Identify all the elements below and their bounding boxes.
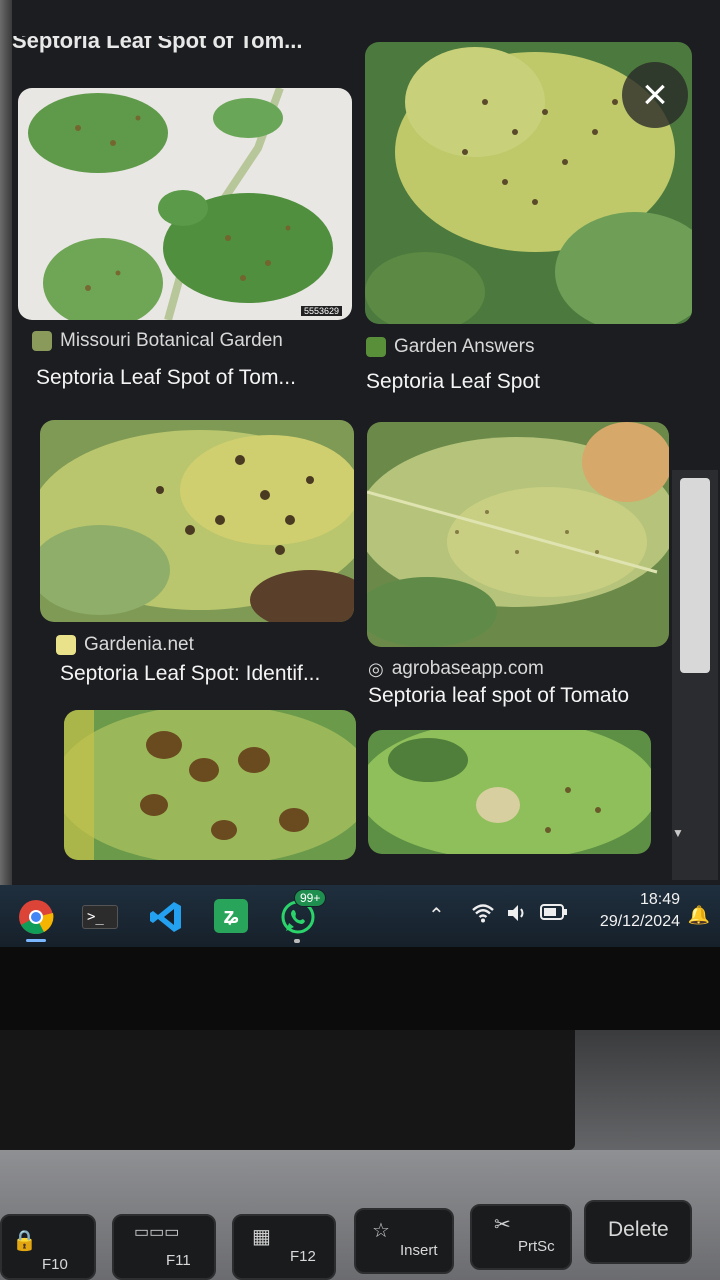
result-image-1[interactable]: 5553629 [18, 88, 352, 320]
result-source-4[interactable]: ◎ agrobaseapp.com [368, 658, 544, 680]
notification-badge: 99+ [294, 889, 327, 907]
show-hidden-icons-icon[interactable]: ⌃ [428, 903, 445, 928]
lock-icon: 🔒 [12, 1230, 37, 1252]
laptop-hinge-shadow [0, 1030, 575, 1150]
clock-date: 29/12/2024 [599, 913, 680, 930]
result-image-6[interactable] [368, 730, 651, 854]
star-icon: ☆ [372, 1220, 390, 1242]
calculator-icon: ▦ [252, 1226, 271, 1248]
result-title-2[interactable]: Septoria Leaf Spot [366, 370, 540, 394]
result-source-2[interactable]: Garden Answers [366, 336, 534, 358]
close-button[interactable]: × [622, 62, 688, 128]
result-source-3[interactable]: Gardenia.net [56, 634, 194, 656]
result-source-1[interactable]: Missouri Botanical Garden [32, 330, 283, 352]
result-title-1[interactable]: Septoria Leaf Spot of Tom... [36, 366, 296, 390]
close-icon: × [642, 70, 668, 119]
notifications-icon[interactable]: 🔔 [688, 905, 710, 926]
whatsapp-icon[interactable]: 99+ [280, 889, 327, 943]
garden-answers-logo-icon [366, 337, 386, 357]
chrome-icon[interactable] [18, 899, 54, 942]
display-icon: ▭▭▭ [134, 1224, 180, 1241]
globe-icon: ◎ [368, 658, 384, 679]
result-image-3[interactable] [40, 420, 354, 622]
screenshot-icon: ✂ [494, 1214, 511, 1236]
f10-key[interactable]: 🔒 F10 [0, 1214, 96, 1280]
prtsc-key[interactable]: ✂ PrtSc [470, 1204, 572, 1270]
clock-time: 18:49 [639, 891, 680, 908]
vscode-icon[interactable] [148, 899, 184, 935]
source-label: agrobaseapp.com [391, 658, 544, 679]
volume-icon[interactable] [506, 903, 530, 929]
source-label: Gardenia.net [84, 634, 194, 655]
result-image-4[interactable] [367, 422, 669, 647]
missouri-logo-icon [32, 331, 52, 351]
system-clock[interactable]: 18:49 29/12/2024 [600, 889, 680, 933]
taskbar: >_ ʑ 99+ ⌃ 18:49 29/12/2024 🔔 [0, 885, 720, 947]
source-label: Garden Answers [394, 336, 535, 357]
browser-screen: Septoria Leaf Spot of Tom... 5553629 Mis… [0, 0, 720, 885]
delete-key[interactable]: Delete [584, 1200, 692, 1264]
f12-key[interactable]: ▦ F12 [232, 1214, 336, 1280]
result-title-3[interactable]: Septoria Leaf Spot: Identif... [60, 662, 320, 686]
f11-key[interactable]: ▭▭▭ F11 [112, 1214, 216, 1280]
terminal-icon[interactable]: >_ [82, 905, 118, 929]
source-label: Missouri Botanical Garden [60, 330, 283, 351]
shortcut-app-icon[interactable]: ʑ [214, 899, 248, 933]
cut-off-title[interactable]: Septoria Leaf Spot of Tom... [12, 36, 342, 54]
wifi-icon[interactable] [470, 903, 496, 929]
battery-icon[interactable] [540, 903, 568, 927]
gardenia-logo-icon [56, 635, 76, 655]
result-image-5[interactable] [64, 710, 356, 860]
scrollbar-thumb[interactable] [680, 478, 710, 673]
result-title-4[interactable]: Septoria leaf spot of Tomato [368, 684, 629, 708]
insert-key[interactable]: ☆ Insert [354, 1208, 454, 1274]
scroll-down-icon[interactable]: ▼ [672, 826, 692, 840]
image-watermark: 5553629 [300, 306, 342, 316]
